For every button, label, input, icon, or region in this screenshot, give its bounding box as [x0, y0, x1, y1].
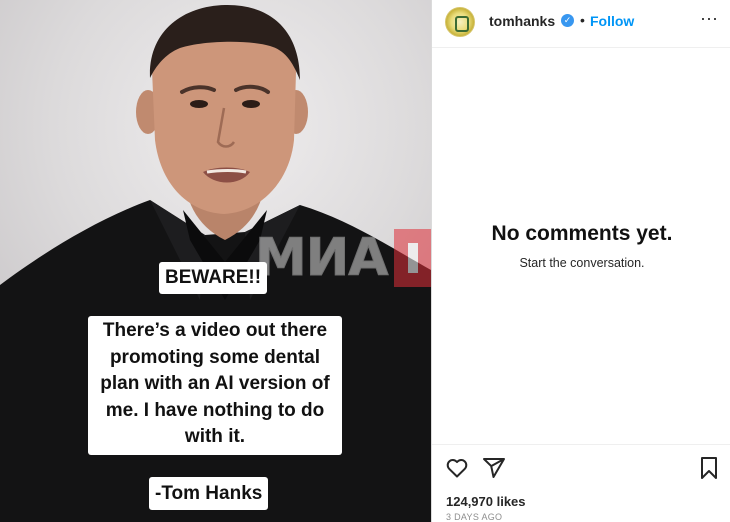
bookmark-icon[interactable]	[698, 456, 720, 485]
post-side-panel: tomhanks ✓ • Follow ··· No comments yet.…	[432, 0, 730, 522]
caption-main: There’s a video out there promoting some…	[88, 316, 342, 455]
post-header: tomhanks ✓ • Follow ···	[432, 0, 730, 48]
actions-divider	[432, 444, 730, 445]
no-comments-title: No comments yet.	[491, 222, 673, 245]
watermark-logo	[393, 229, 431, 287]
post-timestamp: 3 DAYS AGO	[446, 512, 503, 522]
likes-count[interactable]: 124,970 likes	[446, 494, 526, 509]
post-image[interactable]: МИА BEWARE!! There’s a video out there p…	[0, 0, 431, 522]
caption-beware: BEWARE!!	[159, 262, 268, 294]
follow-button[interactable]: Follow	[590, 13, 634, 29]
separator-dot: •	[580, 12, 585, 28]
watermark: МИА	[255, 228, 431, 289]
verified-badge-icon: ✓	[561, 14, 574, 27]
watermark-text: МИА	[255, 228, 390, 289]
more-options-icon[interactable]: ···	[698, 8, 720, 32]
heart-icon[interactable]	[445, 456, 469, 485]
paper-plane-icon[interactable]	[482, 456, 506, 485]
avatar[interactable]	[445, 7, 475, 37]
no-comments-subtitle: Start the conversation.	[519, 256, 645, 270]
caption-signature: -Tom Hanks	[149, 477, 269, 510]
username-link[interactable]: tomhanks	[489, 13, 555, 29]
